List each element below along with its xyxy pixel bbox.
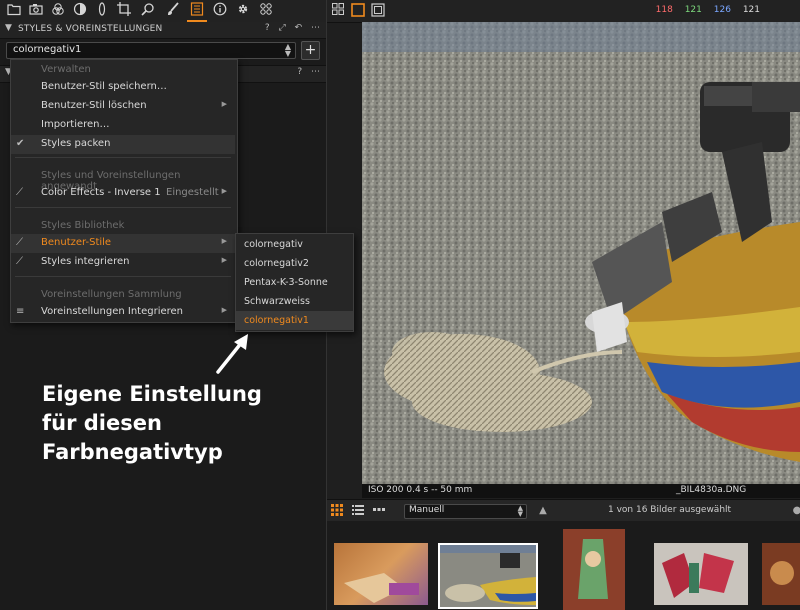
submenu-item[interactable]: Schwarzweiss	[236, 292, 353, 311]
menu-separator	[15, 276, 231, 277]
pen-icon: ⟋	[16, 187, 23, 198]
annotation-line: Eigene Einstellung	[42, 382, 262, 406]
submenu-arrow-icon: ▶	[221, 100, 227, 108]
more-icon[interactable]: ⋯	[311, 67, 320, 77]
annotation-text: Eigene Einstellung für diesen Farbnegati…	[42, 380, 262, 467]
crop-icon[interactable]	[116, 2, 132, 18]
menu-item-user-styles[interactable]: ⟋ Benutzer-Stile ▶	[11, 234, 235, 253]
image-info-bar: ISO 200 0.4 s -- 50 mm _BIL4830a.DNG	[362, 484, 800, 498]
file-name: _BIL4830a.DNG	[676, 485, 747, 495]
pen-icon: ⟋	[16, 256, 23, 267]
folder-icon[interactable]	[6, 2, 22, 18]
help-icon[interactable]: ?	[265, 23, 270, 33]
more-icon[interactable]: ⋯	[311, 23, 320, 33]
thumbnail[interactable]	[654, 543, 748, 605]
exif-info: ISO 200 0.4 s -- 50 mm	[368, 485, 473, 495]
panel-header-icons: ? ⋯	[291, 67, 320, 77]
lens-icon[interactable]	[94, 2, 110, 18]
gear-icon[interactable]	[235, 2, 251, 18]
reset-icon[interactable]: ↶	[295, 23, 303, 33]
sort-select-value: Manuell	[409, 505, 445, 515]
thumbnail[interactable]	[762, 543, 800, 605]
style-select[interactable]: colornegativ1 ▲ ▼	[6, 42, 296, 59]
menu-item-integrated-styles[interactable]: ⟋ Styles integrieren ▶	[11, 253, 235, 272]
rgb-readout: 118 121 126 121	[647, 5, 760, 15]
select-arrows-icon: ▲ ▼	[517, 504, 523, 518]
menu-item-presets-integrated[interactable]: ≡ Voreinstellungen Integrieren ▶	[11, 303, 235, 322]
camera-icon[interactable]	[28, 2, 44, 18]
filmstrip	[327, 521, 800, 610]
menu-item-delete-style[interactable]: Benutzer-Stil löschen ▶	[11, 97, 235, 116]
list-icon: ≡	[16, 306, 25, 317]
menu-separator	[15, 157, 231, 158]
menu-item-pack-styles[interactable]: ✔ Styles packen	[11, 135, 235, 154]
user-icon[interactable]: ●	[790, 504, 800, 518]
add-style-button[interactable]: +	[301, 41, 320, 60]
styles-panel-title: STYLES & VOREINSTELLUNGEN	[18, 24, 163, 34]
submenu-item[interactable]: colornegativ	[236, 235, 353, 254]
info-icon[interactable]	[212, 2, 228, 18]
rgb-red: 118	[655, 5, 673, 15]
style-select-value: colornegativ1	[13, 44, 82, 55]
sort-select[interactable]: Manuell ▲ ▼	[404, 504, 527, 519]
exposure-icon[interactable]	[72, 2, 88, 18]
color-circles-icon[interactable]	[50, 2, 66, 18]
styles-list-icon[interactable]	[187, 2, 207, 22]
rgb-blue: 126	[713, 5, 731, 15]
pen-icon: ⟋	[16, 237, 23, 248]
annotation-arrow-icon	[216, 334, 248, 374]
expand-icon[interactable]: ⤢	[279, 23, 286, 33]
thumbnail-grid-icon[interactable]	[330, 504, 344, 518]
help-icon[interactable]: ?	[297, 67, 302, 77]
panel-header-icons: ? ⤢ ↶ ⋯	[259, 23, 320, 33]
submenu-arrow-icon: ▶	[221, 187, 227, 195]
styles-context-menu: Verwalten Benutzer-Stil speichern… Benut…	[10, 59, 238, 323]
styles-panel-header: ▼ STYLES & VOREINSTELLUNGEN ? ⤢ ↶ ⋯	[0, 22, 326, 39]
search-icon[interactable]	[140, 2, 156, 18]
browser-toolbar: Manuell ▲ ▼ ▲ 1 von 16 Bilder ausgewählt …	[327, 499, 800, 522]
submenu-arrow-icon: ▶	[221, 256, 227, 264]
thumbnail[interactable]	[334, 543, 428, 605]
grid-view-icon[interactable]	[331, 3, 345, 17]
select-arrows-icon: ▲ ▼	[284, 42, 291, 58]
collapse-chevron-icon[interactable]: ▼	[5, 23, 12, 33]
single-view-icon[interactable]	[351, 3, 365, 17]
menu-separator	[15, 207, 231, 208]
brush-icon[interactable]	[165, 2, 181, 18]
menu-item-applied-style[interactable]: ⟋ Color Effects - Inverse 1 Eingestellt …	[11, 184, 235, 203]
menu-item-save-style[interactable]: Benutzer-Stil speichern…	[11, 78, 235, 97]
rgb-luma: 121	[742, 5, 760, 15]
thumbnail-selected[interactable]	[438, 543, 538, 609]
annotation-line: Farbnegativtyp	[42, 440, 223, 464]
submenu-item[interactable]: colornegativ2	[236, 254, 353, 273]
checkmark-icon: ✔	[16, 138, 25, 149]
rgb-green: 121	[684, 5, 702, 15]
selection-count: 1 von 16 Bilder ausgewählt	[608, 505, 732, 515]
presets-icon[interactable]	[258, 2, 274, 18]
thumbnail[interactable]	[563, 529, 625, 610]
list-view-icon[interactable]	[351, 504, 365, 518]
compare-view-icon[interactable]	[371, 3, 385, 17]
submenu-arrow-icon: ▶	[221, 306, 227, 314]
annotation-line: für diesen	[42, 411, 162, 435]
menu-item-import[interactable]: Importieren…	[11, 116, 235, 135]
viewer-toolbar: 118 121 126 121	[327, 0, 800, 23]
main-image-viewer[interactable]	[362, 22, 800, 484]
filmstrip-view-icon[interactable]	[372, 504, 386, 518]
submenu-item[interactable]: Pentax-K-3-Sonne	[236, 273, 353, 292]
tool-tabs-bar	[0, 0, 326, 23]
photo-boat-on-beach	[362, 22, 800, 484]
sort-direction-icon[interactable]: ▲	[536, 504, 550, 518]
user-styles-submenu: colornegativ colornegativ2 Pentax-K-3-So…	[235, 233, 354, 332]
submenu-arrow-icon: ▶	[221, 237, 227, 245]
